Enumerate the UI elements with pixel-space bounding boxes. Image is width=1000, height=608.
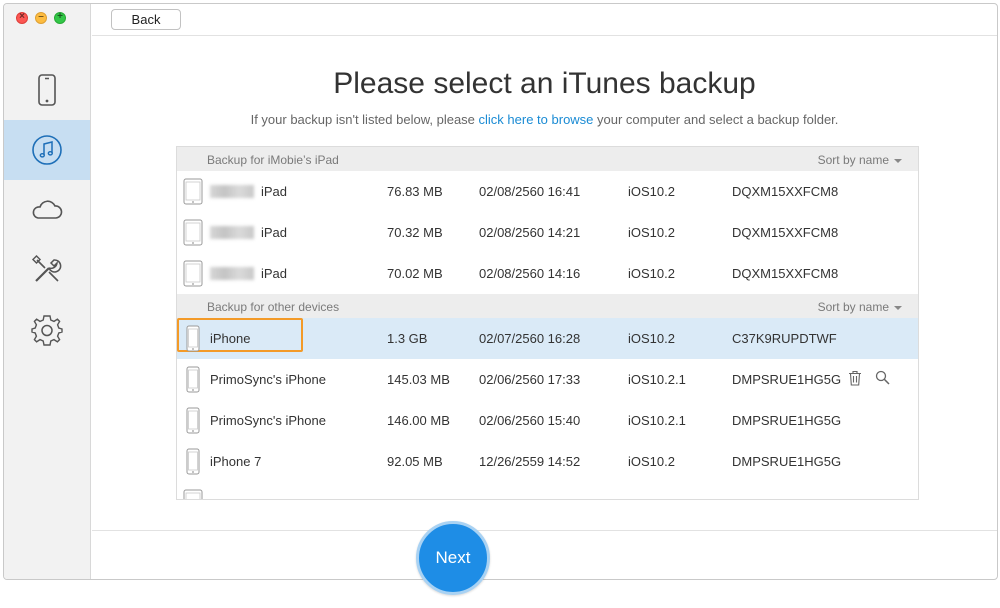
sidebar-item-tools[interactable] xyxy=(4,240,90,300)
backup-list[interactable]: Backup for iMobie’s iPad Sort by name iP… xyxy=(176,146,919,500)
redacted-owner xyxy=(210,226,254,239)
bottom-bar xyxy=(92,530,997,579)
sort-by-name-dropdown[interactable]: Sort by name xyxy=(818,153,902,167)
backup-row[interactable]: PrimoSync's iPhone 145.03 MB 02/06/2560 … xyxy=(177,359,918,400)
trash-icon[interactable] xyxy=(848,370,862,386)
close-window-button[interactable] xyxy=(16,11,28,24)
backup-serial: DQXM15XXFCM8 xyxy=(732,225,839,240)
group-header-other: Backup for other devices Sort by name xyxy=(177,294,918,318)
backup-row[interactable]: iPhone 7 92.05 MB 12/26/2559 14:52 iOS10… xyxy=(177,441,918,482)
music-note-icon xyxy=(32,135,62,165)
sidebar xyxy=(4,4,91,579)
backup-serial: DMPSRUE1HG5G xyxy=(732,413,842,428)
backup-ios-version: iOS10.2.1 xyxy=(628,413,686,428)
backup-size: 1.3 GB xyxy=(387,331,428,346)
backup-row-partial[interactable] xyxy=(177,482,918,499)
window-controls xyxy=(16,11,66,24)
backup-date: 12/26/2559 14:52 xyxy=(479,454,581,469)
iphone-icon xyxy=(186,407,200,434)
backup-serial: C37K9RUPDTWF xyxy=(732,331,837,346)
page-title: Please select an iTunes backup xyxy=(333,67,756,100)
iphone-icon xyxy=(186,325,200,352)
phone-icon xyxy=(38,74,56,106)
ipad-icon xyxy=(183,219,203,246)
backup-size: 146.00 MB xyxy=(387,413,450,428)
group-name: Backup for iMobie’s iPad xyxy=(207,153,339,167)
group-header-ipad: Backup for iMobie’s iPad Sort by name xyxy=(177,147,918,171)
cloud-icon xyxy=(32,200,63,219)
backup-ios-version: iOS10.2.1 xyxy=(628,372,686,387)
minimize-window-button[interactable] xyxy=(35,11,47,24)
backup-name: PrimoSync's iPhone xyxy=(210,413,326,428)
group-name: Backup for other devices xyxy=(207,300,340,314)
backup-name: iPhone xyxy=(210,331,251,346)
browse-link[interactable]: click here to browse xyxy=(479,112,594,127)
redacted-owner xyxy=(210,185,254,198)
next-button[interactable]: Next xyxy=(416,521,490,595)
sidebar-item-device[interactable] xyxy=(4,60,90,120)
main-panel: Back Please select an iTunes backup If y… xyxy=(92,4,997,579)
backup-date: 02/07/2560 16:28 xyxy=(479,331,581,346)
backup-size: 70.02 MB xyxy=(387,266,443,281)
backup-size: 92.05 MB xyxy=(387,454,443,469)
back-button[interactable]: Back xyxy=(111,9,181,30)
redacted-owner xyxy=(210,267,254,280)
backup-row[interactable]: PrimoSync's iPhone 146.00 MB 02/06/2560 … xyxy=(177,400,918,441)
backup-name: iPad xyxy=(210,184,287,199)
iphone-icon xyxy=(186,448,200,475)
backup-date: 02/08/2560 14:16 xyxy=(479,266,581,281)
backup-size: 145.03 MB xyxy=(387,372,450,387)
backup-date: 02/08/2560 14:21 xyxy=(479,225,581,240)
backup-row[interactable]: iPad 70.32 MB 02/08/2560 14:21 iOS10.2 D… xyxy=(177,212,918,253)
backup-serial: DMPSRUE1HG5G xyxy=(732,372,842,387)
backup-row[interactable]: iPad 76.83 MB 02/08/2560 16:41 iOS10.2 D… xyxy=(177,171,918,212)
sidebar-item-settings[interactable] xyxy=(4,300,90,360)
backup-size: 76.83 MB xyxy=(387,184,443,199)
subtitle-suffix: your computer and select a backup folder… xyxy=(593,112,839,127)
iphone-icon xyxy=(186,366,200,393)
sidebar-item-itunes[interactable] xyxy=(4,120,90,180)
search-icon[interactable] xyxy=(875,370,890,385)
backup-ios-version: iOS10.2 xyxy=(628,266,675,281)
backup-name: iPad xyxy=(210,225,287,240)
ipad-icon xyxy=(183,178,203,205)
backup-name: PrimoSync's iPhone xyxy=(210,372,326,387)
app-window: Back Please select an iTunes backup If y… xyxy=(3,3,998,580)
subtitle-prefix: If your backup isn't listed below, pleas… xyxy=(250,112,479,127)
sort-by-name-dropdown[interactable]: Sort by name xyxy=(818,300,902,314)
backup-serial: DQXM15XXFCM8 xyxy=(732,266,839,281)
backup-date: 02/08/2560 16:41 xyxy=(479,184,581,199)
page-subtitle: If your backup isn't listed below, pleas… xyxy=(92,112,997,127)
top-toolbar: Back xyxy=(92,4,997,36)
backup-serial: DMPSRUE1HG5G xyxy=(732,454,842,469)
backup-serial: DQXM15XXFCM8 xyxy=(732,184,839,199)
backup-row-selected[interactable]: iPhone 1.3 GB 02/07/2560 16:28 iOS10.2 C… xyxy=(177,318,918,359)
backup-date: 02/06/2560 15:40 xyxy=(479,413,581,428)
sidebar-item-icloud[interactable] xyxy=(4,180,90,240)
gear-icon xyxy=(31,315,63,346)
backup-size: 70.32 MB xyxy=(387,225,443,240)
backup-row[interactable]: iPad 70.02 MB 02/08/2560 14:16 iOS10.2 D… xyxy=(177,253,918,294)
backup-ios-version: iOS10.2 xyxy=(628,454,675,469)
backup-date: 02/06/2560 17:33 xyxy=(479,372,581,387)
backup-name: iPhone 7 xyxy=(210,454,262,469)
tools-icon xyxy=(31,254,62,282)
backup-ios-version: iOS10.2 xyxy=(628,184,675,199)
ipad-icon xyxy=(183,489,203,499)
backup-ios-version: iOS10.2 xyxy=(628,225,675,240)
maximize-window-button[interactable] xyxy=(54,11,66,24)
backup-ios-version: iOS10.2 xyxy=(628,331,675,346)
backup-name: iPad xyxy=(210,266,287,281)
ipad-icon xyxy=(183,260,203,287)
